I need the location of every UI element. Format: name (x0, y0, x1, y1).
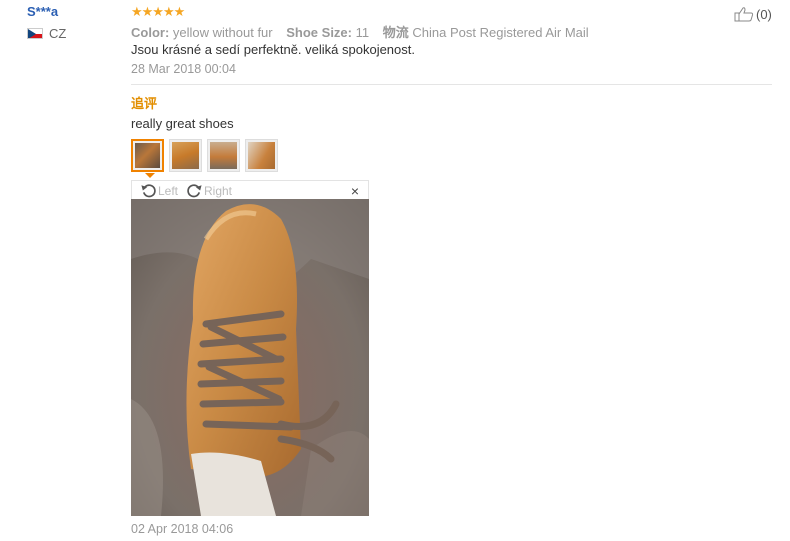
photo-thumbnail[interactable] (245, 139, 278, 172)
rating-stars: ★★★★★ (131, 4, 185, 19)
reviewer-name: S***a (27, 4, 59, 19)
photo-thumbnail[interactable] (207, 139, 240, 172)
size-value: 11 (355, 25, 370, 40)
photo-viewer-toolbar: Left Right × (131, 180, 369, 199)
rotate-right-label: Right (204, 183, 233, 198)
photo-thumbnail[interactable] (169, 139, 202, 172)
color-label: Color: (131, 25, 170, 40)
rotate-left-button[interactable]: Left (140, 182, 178, 199)
photo-thumbnail[interactable] (131, 139, 164, 172)
rotate-right-icon (187, 184, 202, 198)
rotate-left-icon (141, 184, 156, 198)
helpful-count: (0) (756, 6, 772, 22)
append-review-label: 追评 (131, 96, 158, 111)
rotate-left-label: Left (158, 183, 179, 198)
country-code: CZ (49, 26, 67, 41)
reviewer-country: CZ (27, 26, 66, 41)
photo-thumbnails (131, 139, 278, 172)
divider (131, 84, 772, 85)
shoe-photo-image (131, 199, 369, 516)
close-viewer-button[interactable]: × (351, 183, 359, 199)
rotate-right-button[interactable]: Right (186, 182, 232, 199)
review-date: 28 Mar 2018 00:04 (131, 62, 236, 76)
thumbs-up-icon (734, 7, 754, 22)
czech-flag-icon (27, 28, 43, 39)
selected-thumbnail-caret (145, 173, 155, 178)
append-review-date: 02 Apr 2018 04:06 (131, 522, 234, 536)
shipping-label: 物流 (382, 25, 409, 40)
size-label: Shoe Size: (286, 25, 352, 40)
review-text: Jsou krásné a sedí perfektně. veliká spo… (131, 42, 415, 57)
order-meta: Color: yellow without fur Shoe Size: 11 … (131, 22, 589, 41)
append-review-text: really great shoes (131, 116, 234, 131)
color-value: yellow without fur (172, 25, 273, 40)
shipping-value: China Post Registered Air Mail (412, 25, 589, 40)
helpful-button[interactable]: (0) (734, 6, 772, 22)
review-photo (131, 199, 369, 516)
